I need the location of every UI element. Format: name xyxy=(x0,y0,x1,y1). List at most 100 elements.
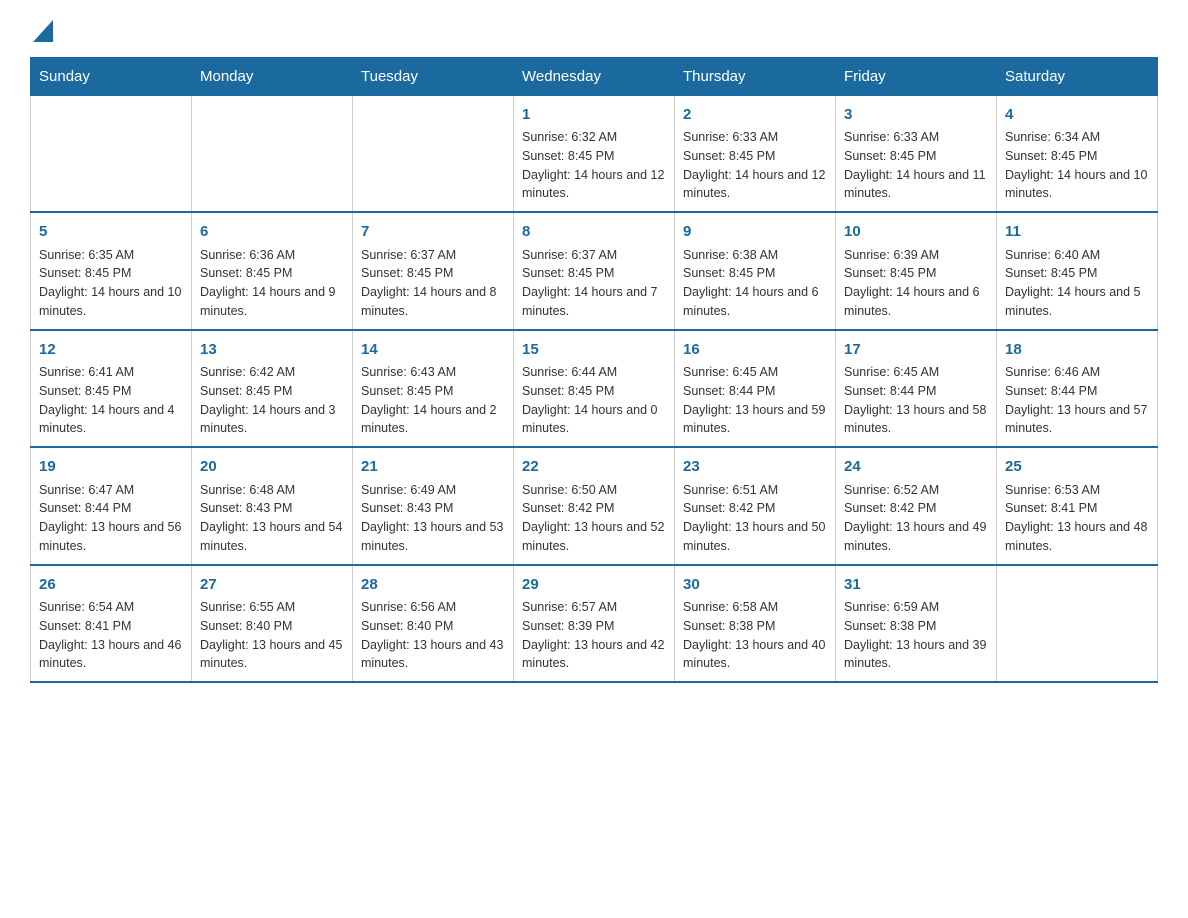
sun-info: Sunrise: 6:52 AMSunset: 8:42 PMDaylight:… xyxy=(844,481,988,556)
weekday-header-row: SundayMondayTuesdayWednesdayThursdayFrid… xyxy=(31,57,1158,95)
sun-info: Sunrise: 6:42 AMSunset: 8:45 PMDaylight:… xyxy=(200,363,344,438)
day-number: 25 xyxy=(1005,456,1149,479)
calendar-table: SundayMondayTuesdayWednesdayThursdayFrid… xyxy=(30,57,1158,684)
sun-info: Sunrise: 6:51 AMSunset: 8:42 PMDaylight:… xyxy=(683,481,827,556)
calendar-cell: 11Sunrise: 6:40 AMSunset: 8:45 PMDayligh… xyxy=(997,212,1158,330)
calendar-cell: 13Sunrise: 6:42 AMSunset: 8:45 PMDayligh… xyxy=(192,330,353,448)
weekday-header-monday: Monday xyxy=(192,57,353,95)
sun-info: Sunrise: 6:37 AMSunset: 8:45 PMDaylight:… xyxy=(361,246,505,321)
day-number: 26 xyxy=(39,574,183,597)
calendar-cell: 16Sunrise: 6:45 AMSunset: 8:44 PMDayligh… xyxy=(675,330,836,448)
sun-info: Sunrise: 6:56 AMSunset: 8:40 PMDaylight:… xyxy=(361,598,505,673)
day-number: 16 xyxy=(683,339,827,362)
calendar-cell: 1Sunrise: 6:32 AMSunset: 8:45 PMDaylight… xyxy=(514,95,675,212)
calendar-cell: 5Sunrise: 6:35 AMSunset: 8:45 PMDaylight… xyxy=(31,212,192,330)
calendar-cell: 3Sunrise: 6:33 AMSunset: 8:45 PMDaylight… xyxy=(836,95,997,212)
day-number: 31 xyxy=(844,574,988,597)
calendar-cell: 30Sunrise: 6:58 AMSunset: 8:38 PMDayligh… xyxy=(675,565,836,683)
calendar-cell: 24Sunrise: 6:52 AMSunset: 8:42 PMDayligh… xyxy=(836,447,997,565)
day-number: 21 xyxy=(361,456,505,479)
sun-info: Sunrise: 6:47 AMSunset: 8:44 PMDaylight:… xyxy=(39,481,183,556)
calendar-week-row: 5Sunrise: 6:35 AMSunset: 8:45 PMDaylight… xyxy=(31,212,1158,330)
page-header xyxy=(30,20,1158,47)
logo-triangle-icon xyxy=(33,20,53,42)
calendar-cell: 31Sunrise: 6:59 AMSunset: 8:38 PMDayligh… xyxy=(836,565,997,683)
calendar-cell: 4Sunrise: 6:34 AMSunset: 8:45 PMDaylight… xyxy=(997,95,1158,212)
day-number: 19 xyxy=(39,456,183,479)
day-number: 12 xyxy=(39,339,183,362)
calendar-cell xyxy=(31,95,192,212)
day-number: 1 xyxy=(522,104,666,127)
calendar-cell: 26Sunrise: 6:54 AMSunset: 8:41 PMDayligh… xyxy=(31,565,192,683)
calendar-week-row: 26Sunrise: 6:54 AMSunset: 8:41 PMDayligh… xyxy=(31,565,1158,683)
sun-info: Sunrise: 6:55 AMSunset: 8:40 PMDaylight:… xyxy=(200,598,344,673)
logo xyxy=(30,20,53,47)
day-number: 6 xyxy=(200,221,344,244)
day-number: 5 xyxy=(39,221,183,244)
calendar-cell: 29Sunrise: 6:57 AMSunset: 8:39 PMDayligh… xyxy=(514,565,675,683)
sun-info: Sunrise: 6:45 AMSunset: 8:44 PMDaylight:… xyxy=(683,363,827,438)
weekday-header-tuesday: Tuesday xyxy=(353,57,514,95)
calendar-cell: 10Sunrise: 6:39 AMSunset: 8:45 PMDayligh… xyxy=(836,212,997,330)
calendar-week-row: 12Sunrise: 6:41 AMSunset: 8:45 PMDayligh… xyxy=(31,330,1158,448)
day-number: 8 xyxy=(522,221,666,244)
calendar-week-row: 1Sunrise: 6:32 AMSunset: 8:45 PMDaylight… xyxy=(31,95,1158,212)
day-number: 4 xyxy=(1005,104,1149,127)
day-number: 10 xyxy=(844,221,988,244)
weekday-header-saturday: Saturday xyxy=(997,57,1158,95)
sun-info: Sunrise: 6:45 AMSunset: 8:44 PMDaylight:… xyxy=(844,363,988,438)
day-number: 14 xyxy=(361,339,505,362)
sun-info: Sunrise: 6:37 AMSunset: 8:45 PMDaylight:… xyxy=(522,246,666,321)
sun-info: Sunrise: 6:33 AMSunset: 8:45 PMDaylight:… xyxy=(844,128,988,203)
day-number: 23 xyxy=(683,456,827,479)
calendar-cell: 12Sunrise: 6:41 AMSunset: 8:45 PMDayligh… xyxy=(31,330,192,448)
sun-info: Sunrise: 6:39 AMSunset: 8:45 PMDaylight:… xyxy=(844,246,988,321)
calendar-cell: 6Sunrise: 6:36 AMSunset: 8:45 PMDaylight… xyxy=(192,212,353,330)
calendar-cell: 9Sunrise: 6:38 AMSunset: 8:45 PMDaylight… xyxy=(675,212,836,330)
sun-info: Sunrise: 6:57 AMSunset: 8:39 PMDaylight:… xyxy=(522,598,666,673)
sun-info: Sunrise: 6:38 AMSunset: 8:45 PMDaylight:… xyxy=(683,246,827,321)
calendar-cell: 25Sunrise: 6:53 AMSunset: 8:41 PMDayligh… xyxy=(997,447,1158,565)
day-number: 9 xyxy=(683,221,827,244)
sun-info: Sunrise: 6:53 AMSunset: 8:41 PMDaylight:… xyxy=(1005,481,1149,556)
sun-info: Sunrise: 6:41 AMSunset: 8:45 PMDaylight:… xyxy=(39,363,183,438)
day-number: 7 xyxy=(361,221,505,244)
sun-info: Sunrise: 6:46 AMSunset: 8:44 PMDaylight:… xyxy=(1005,363,1149,438)
sun-info: Sunrise: 6:54 AMSunset: 8:41 PMDaylight:… xyxy=(39,598,183,673)
calendar-cell xyxy=(192,95,353,212)
day-number: 3 xyxy=(844,104,988,127)
sun-info: Sunrise: 6:40 AMSunset: 8:45 PMDaylight:… xyxy=(1005,246,1149,321)
day-number: 13 xyxy=(200,339,344,362)
sun-info: Sunrise: 6:58 AMSunset: 8:38 PMDaylight:… xyxy=(683,598,827,673)
calendar-cell: 7Sunrise: 6:37 AMSunset: 8:45 PMDaylight… xyxy=(353,212,514,330)
day-number: 20 xyxy=(200,456,344,479)
sun-info: Sunrise: 6:48 AMSunset: 8:43 PMDaylight:… xyxy=(200,481,344,556)
calendar-cell xyxy=(353,95,514,212)
day-number: 27 xyxy=(200,574,344,597)
calendar-cell: 2Sunrise: 6:33 AMSunset: 8:45 PMDaylight… xyxy=(675,95,836,212)
weekday-header-thursday: Thursday xyxy=(675,57,836,95)
day-number: 15 xyxy=(522,339,666,362)
day-number: 29 xyxy=(522,574,666,597)
calendar-cell: 27Sunrise: 6:55 AMSunset: 8:40 PMDayligh… xyxy=(192,565,353,683)
sun-info: Sunrise: 6:44 AMSunset: 8:45 PMDaylight:… xyxy=(522,363,666,438)
sun-info: Sunrise: 6:34 AMSunset: 8:45 PMDaylight:… xyxy=(1005,128,1149,203)
day-number: 17 xyxy=(844,339,988,362)
sun-info: Sunrise: 6:43 AMSunset: 8:45 PMDaylight:… xyxy=(361,363,505,438)
calendar-cell: 8Sunrise: 6:37 AMSunset: 8:45 PMDaylight… xyxy=(514,212,675,330)
sun-info: Sunrise: 6:35 AMSunset: 8:45 PMDaylight:… xyxy=(39,246,183,321)
calendar-cell: 22Sunrise: 6:50 AMSunset: 8:42 PMDayligh… xyxy=(514,447,675,565)
calendar-cell: 15Sunrise: 6:44 AMSunset: 8:45 PMDayligh… xyxy=(514,330,675,448)
sun-info: Sunrise: 6:59 AMSunset: 8:38 PMDaylight:… xyxy=(844,598,988,673)
calendar-cell: 17Sunrise: 6:45 AMSunset: 8:44 PMDayligh… xyxy=(836,330,997,448)
sun-info: Sunrise: 6:32 AMSunset: 8:45 PMDaylight:… xyxy=(522,128,666,203)
calendar-week-row: 19Sunrise: 6:47 AMSunset: 8:44 PMDayligh… xyxy=(31,447,1158,565)
day-number: 11 xyxy=(1005,221,1149,244)
calendar-cell: 21Sunrise: 6:49 AMSunset: 8:43 PMDayligh… xyxy=(353,447,514,565)
day-number: 2 xyxy=(683,104,827,127)
weekday-header-sunday: Sunday xyxy=(31,57,192,95)
calendar-cell: 23Sunrise: 6:51 AMSunset: 8:42 PMDayligh… xyxy=(675,447,836,565)
sun-info: Sunrise: 6:36 AMSunset: 8:45 PMDaylight:… xyxy=(200,246,344,321)
day-number: 18 xyxy=(1005,339,1149,362)
calendar-cell: 18Sunrise: 6:46 AMSunset: 8:44 PMDayligh… xyxy=(997,330,1158,448)
